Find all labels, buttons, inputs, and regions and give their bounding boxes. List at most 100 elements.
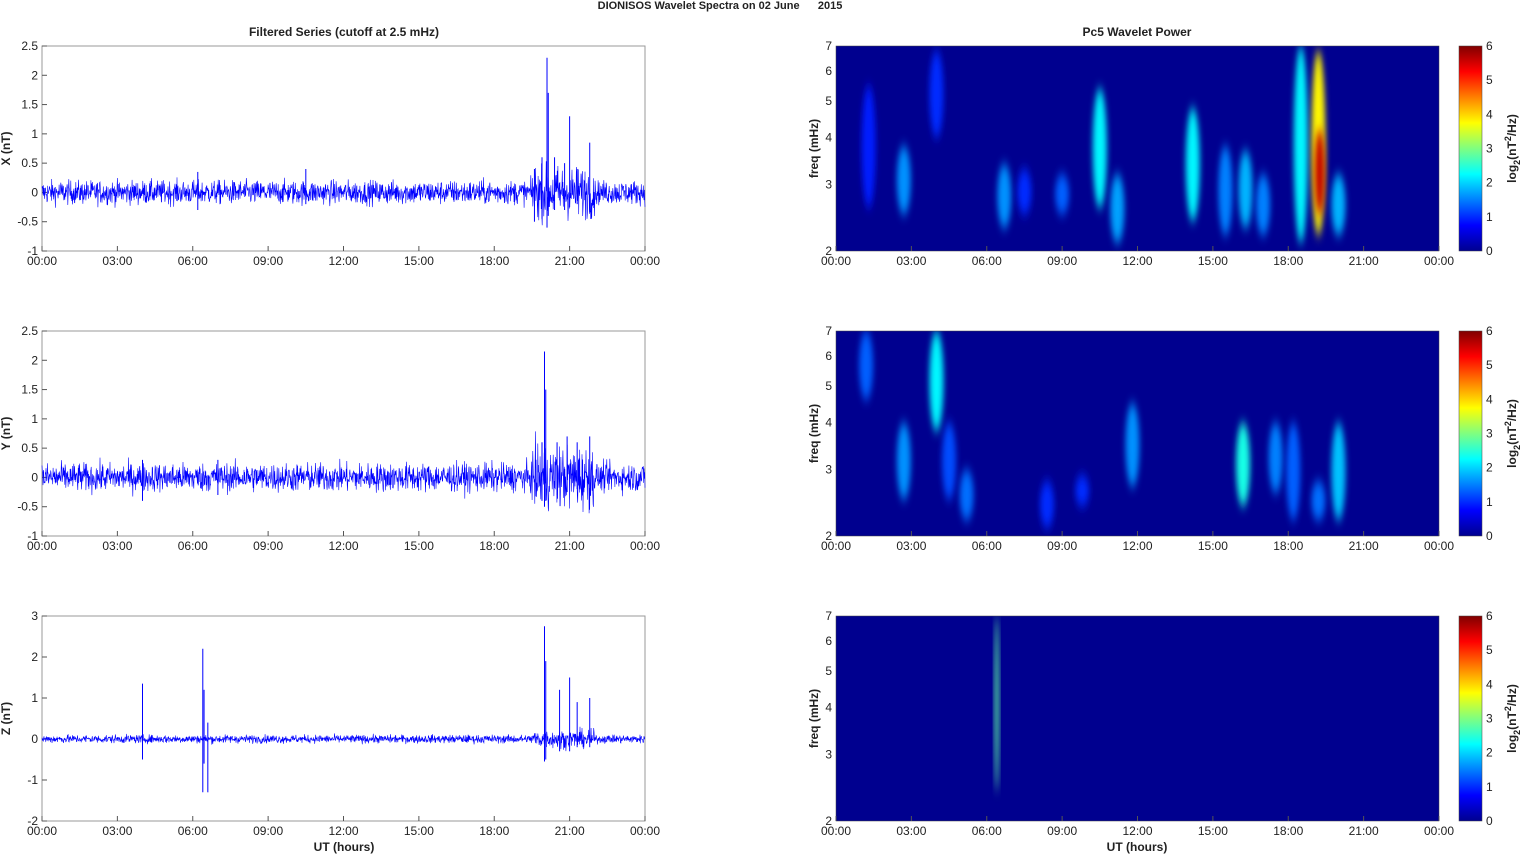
x-tick-label: 00:00: [27, 539, 57, 553]
x-tick-label: 06:00: [178, 254, 208, 268]
y-tick-label: 0.5: [21, 441, 38, 455]
y-tick-label: 3: [825, 463, 832, 477]
power-feature: [1218, 145, 1233, 236]
colorbar: 0 1 2 3 4 5 6 log2(nT2/Hz): [1458, 609, 1521, 828]
x-tick-label: 15:00: [404, 254, 434, 268]
power-feature: [1110, 174, 1125, 244]
x-tick-label: 12:00: [328, 539, 358, 553]
power-feature: [1331, 174, 1346, 236]
power-feature: [1017, 169, 1032, 215]
y-tick-label: 5: [825, 379, 832, 393]
y-tick-label: 1.5: [21, 383, 38, 397]
x-tick-label: 00:00: [1424, 254, 1454, 268]
power-feature: [994, 616, 999, 792]
colorbar-tick-label: 0: [1486, 814, 1493, 828]
x-tick-label: 12:00: [1122, 254, 1152, 268]
x-tick-label: 21:00: [1349, 254, 1379, 268]
x-tick-label: 21:00: [1349, 539, 1379, 553]
y-tick-label: 2: [31, 650, 38, 664]
x-tick-label: 21:00: [555, 539, 585, 553]
figure-title: DIONISOS Wavelet Spectra on 02 June 2015: [598, 0, 843, 12]
x-tick-label: 21:00: [555, 254, 585, 268]
colorbar-label: log2(nT2/Hz): [1503, 684, 1521, 753]
colorbar-gradient: [1458, 615, 1483, 822]
y-tick-label: 2.5: [21, 324, 38, 338]
power-feature: [1293, 46, 1308, 243]
y-tick-label: 6: [825, 349, 832, 363]
y-tick-label: 0: [31, 470, 38, 484]
y-tick-label: 4: [825, 701, 832, 715]
power-feature: [1125, 403, 1140, 487]
time-series-panel-z: -2-1012300:00 03:00 06:00 09:00 12:00 15:00 18…: [0, 609, 660, 838]
x-tick-label: 06:00: [972, 539, 1002, 553]
plot-area: [41, 330, 646, 537]
y-axis-label: Z (nT): [0, 702, 13, 735]
x-tick-label: 03:00: [102, 539, 132, 553]
power-feature: [1268, 422, 1283, 494]
x-tick-label: 06:00: [972, 824, 1002, 838]
y-tick-label: -0.5: [17, 215, 38, 229]
colorbar-tick-label: 1: [1486, 210, 1493, 224]
power-feature: [896, 145, 911, 215]
y-tick-label: -1: [27, 773, 38, 787]
y-tick-label: 7: [825, 609, 832, 623]
x-tick-label: 12:00: [328, 254, 358, 268]
x-tick-label: 00:00: [821, 254, 851, 268]
colorbar-tick-label: 4: [1486, 392, 1493, 406]
y-tick-label: 1: [31, 127, 38, 141]
x-tick-label: 12:00: [1122, 539, 1152, 553]
x-tick-label: 21:00: [1349, 824, 1379, 838]
colorbar-tick-label: 3: [1486, 142, 1493, 156]
x-tick-label: 09:00: [253, 824, 283, 838]
colorbar-tick-label: 6: [1486, 609, 1493, 623]
spectrogram-panel-x: 2 3 4 5 6 7 00:00 03:00 06:00 09:00 12:00 15:00 18:0…: [807, 39, 1521, 268]
x-tick-label: 03:00: [896, 254, 926, 268]
colorbar-tick-label: 1: [1486, 780, 1493, 794]
x-tick-label: 03:00: [896, 539, 926, 553]
y-tick-label: 2.5: [21, 39, 38, 53]
power-feature: [959, 469, 974, 521]
power-feature: [896, 422, 911, 500]
x-tick-label: 09:00: [1047, 539, 1077, 553]
power-feature: [1236, 422, 1251, 507]
colorbar: 0 1 2 3 4 5 6 log2(nT2/Hz): [1458, 324, 1521, 543]
x-tick-label: 18:00: [479, 254, 509, 268]
power-feature: [929, 50, 944, 138]
spectrogram-features: [994, 616, 999, 792]
y-tick-label: 1: [31, 412, 38, 426]
x-tick-label: 00:00: [1424, 539, 1454, 553]
y-tick-label: 0: [31, 732, 38, 746]
left-title: Filtered Series (cutoff at 2.5 mHz): [249, 25, 439, 39]
power-feature: [929, 331, 944, 431]
power-feature: [1238, 150, 1253, 229]
x-tick-label: 18:00: [1273, 824, 1303, 838]
x-tick-label: 00:00: [27, 824, 57, 838]
y-tick-label: 0: [31, 185, 38, 199]
power-feature: [861, 85, 876, 209]
spectrogram-background: [836, 46, 1439, 251]
x-tick-label: 15:00: [1198, 824, 1228, 838]
colorbar-tick-label: 3: [1486, 427, 1493, 441]
y-axis-label: freq (mHz): [807, 689, 821, 748]
x-tick-label: 15:00: [1198, 254, 1228, 268]
x-tick-label: 03:00: [896, 824, 926, 838]
x-tick-label: 18:00: [1273, 254, 1303, 268]
power-feature: [859, 331, 874, 400]
time-series-panel-y: -1-0.500.511.522.500:00 03:00 06:00 09:00 12…: [0, 324, 660, 553]
y-tick-label: 3: [825, 748, 832, 762]
y-tick-label: 4: [825, 416, 832, 430]
colorbar-tick-label: 4: [1486, 677, 1493, 691]
y-tick-label: 5: [825, 94, 832, 108]
power-feature: [1040, 480, 1055, 529]
right-title: Pc5 Wavelet Power: [1083, 25, 1192, 39]
x-tick-label: 12:00: [328, 824, 358, 838]
y-tick-label: 7: [825, 39, 832, 53]
colorbar-label: log2(nT2/Hz): [1503, 399, 1521, 468]
x-tick-label: 00:00: [630, 254, 660, 268]
y-tick-label: 6: [825, 64, 832, 78]
x-tick-label: 00:00: [630, 539, 660, 553]
plot-area: [41, 615, 646, 822]
y-axis-label: X (nT): [0, 132, 13, 166]
y-tick-label: -0.5: [17, 500, 38, 514]
y-tick-label: 3: [31, 609, 38, 623]
